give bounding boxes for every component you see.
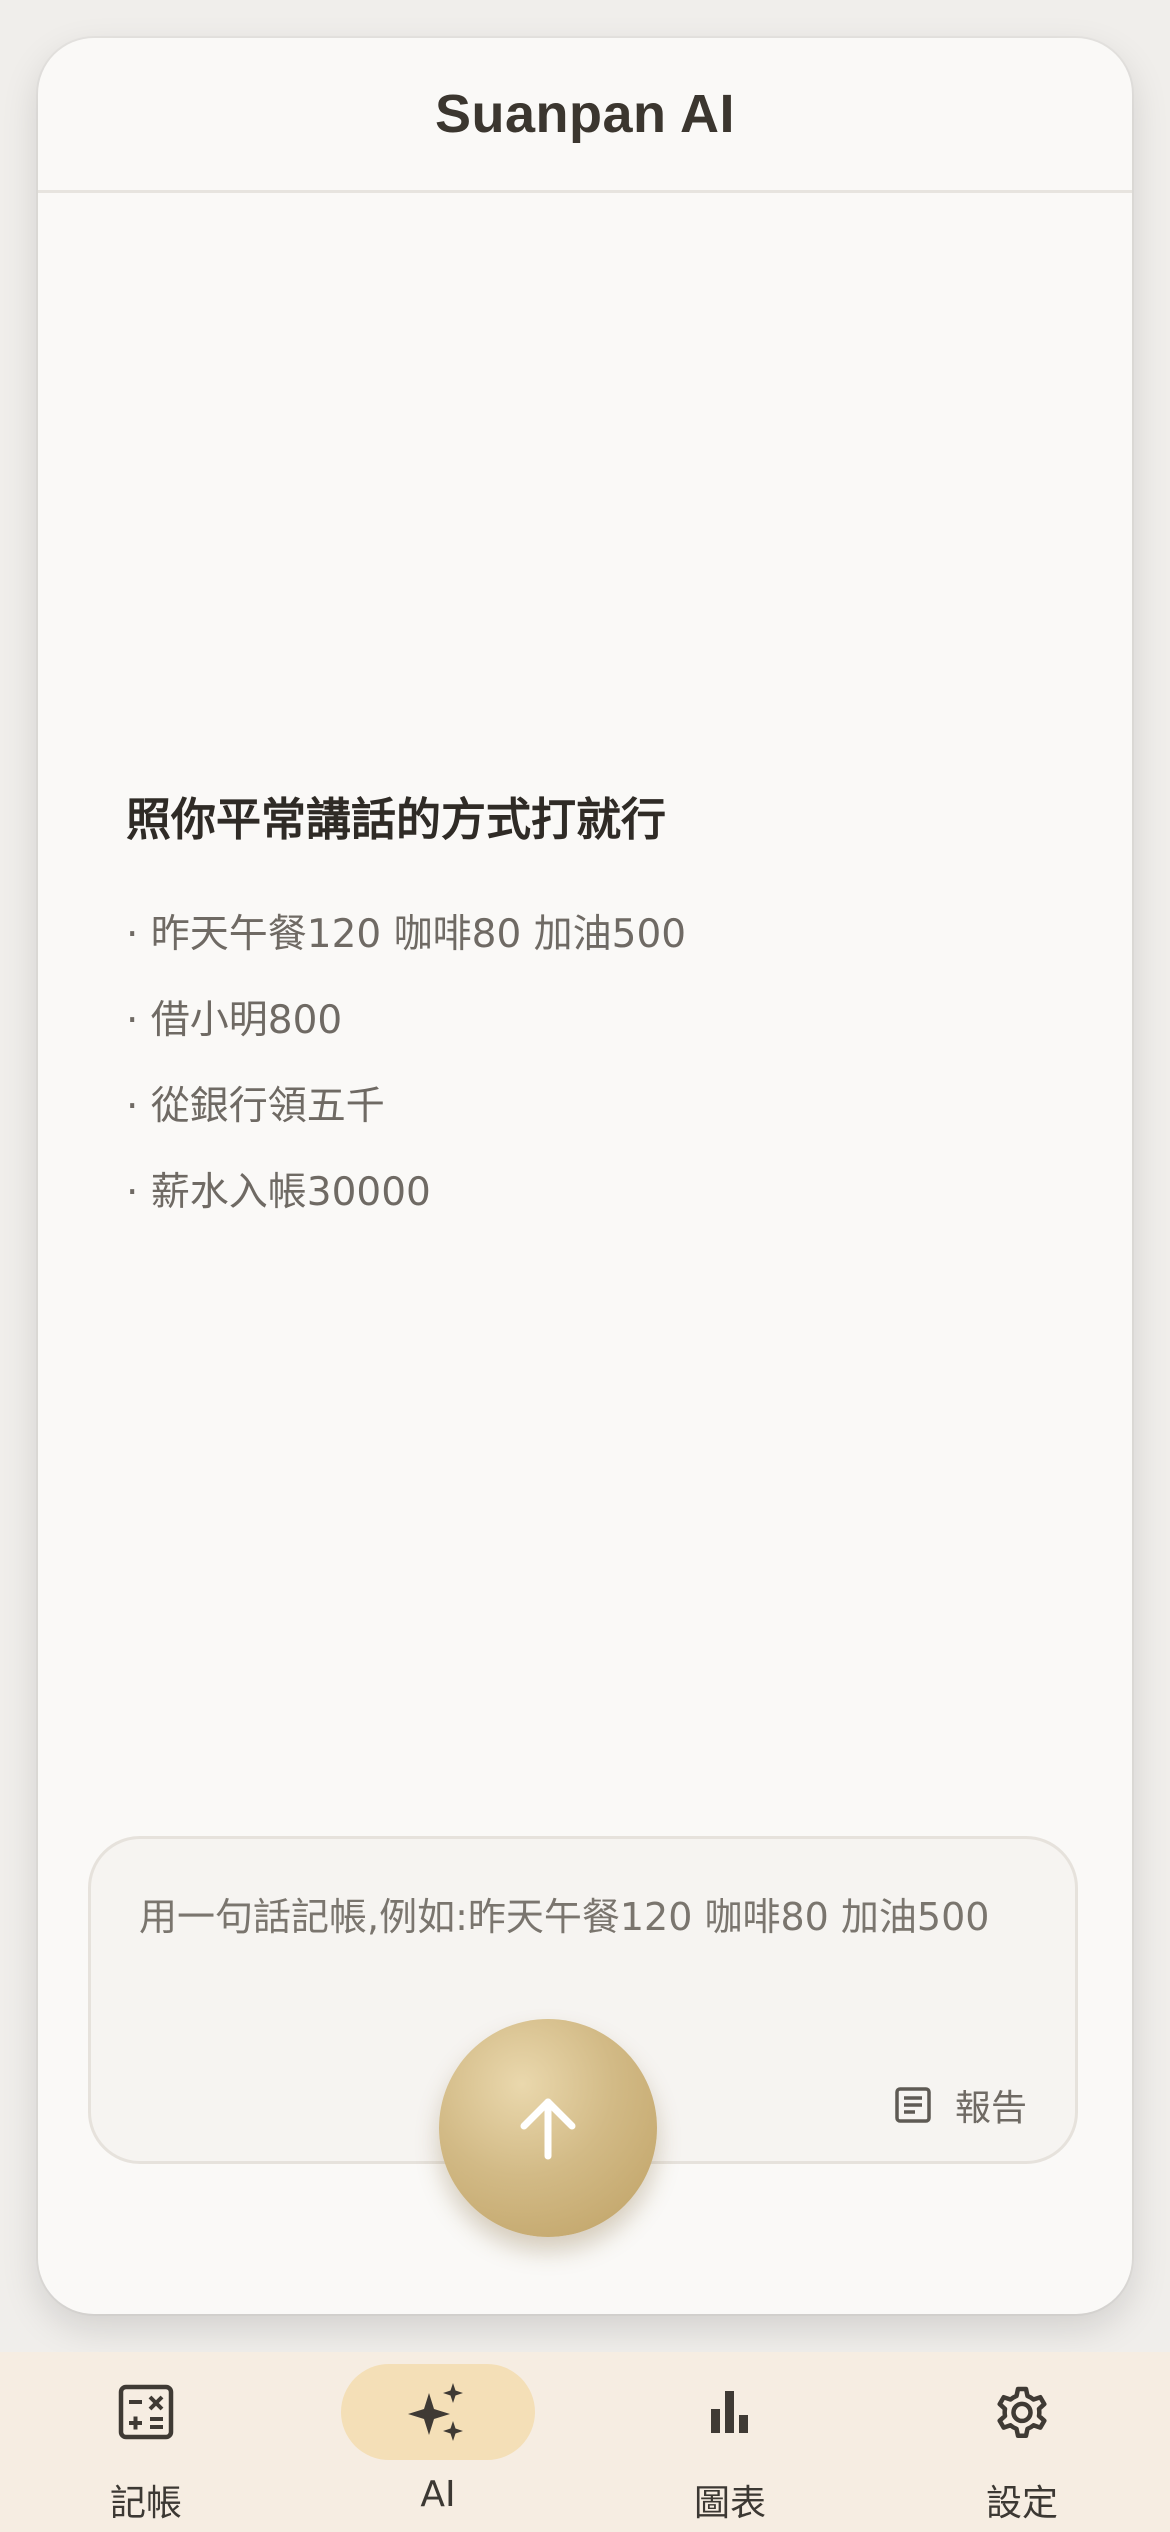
bar-chart-icon [711,2391,748,2433]
guide-title: 照你平常講話的方式打就行 [126,793,667,846]
nav-item-charts[interactable]: 圖表 [584,2352,876,2532]
document-list-icon [895,2087,931,2123]
nav-label: 圖表 [693,2483,766,2524]
gear-icon [997,2386,1047,2439]
message-input[interactable] [139,1877,1039,1957]
arrow-up-icon [520,2098,576,2160]
nav-item-ai[interactable]: AI [292,2352,584,2532]
nav-icon-container [49,2364,243,2460]
nav-label: 記帳 [109,2483,182,2524]
bottom-navigation: 記帳 AI 圖表 設定 [0,2352,1170,2532]
send-button[interactable] [439,2019,657,2237]
calculator-icon [118,2384,174,2440]
nav-label: 設定 [985,2483,1058,2524]
nav-item-bookkeeping[interactable]: 記帳 [0,2352,292,2532]
report-label: 報告 [954,2088,1027,2129]
guide-example: · 借小明800 [126,998,343,1043]
nav-label: AI [420,2474,456,2515]
nav-item-settings[interactable]: 設定 [876,2352,1168,2532]
guide-example: · 薪水入帳30000 [126,1170,431,1215]
app-card: Suanpan AI 照你平常講話的方式打就行 · 昨天午餐120 咖啡80 加… [38,38,1132,2314]
input-guide: 照你平常講話的方式打就行 · 昨天午餐120 咖啡80 加油500 · 借小明8… [126,783,1076,1236]
sparkle-icon [408,2383,463,2441]
guide-example: · 昨天午餐120 咖啡80 加油500 [126,912,687,957]
page-title: Suanpan AI [434,84,736,144]
nav-icon-container [633,2364,827,2460]
nav-active-indicator [341,2364,535,2460]
guide-example: · 從銀行領五千 [126,1084,385,1129]
nav-icon-container [925,2364,1119,2460]
report-button[interactable]: 報告 [893,2077,1027,2133]
app-header: Suanpan AI [38,38,1132,193]
